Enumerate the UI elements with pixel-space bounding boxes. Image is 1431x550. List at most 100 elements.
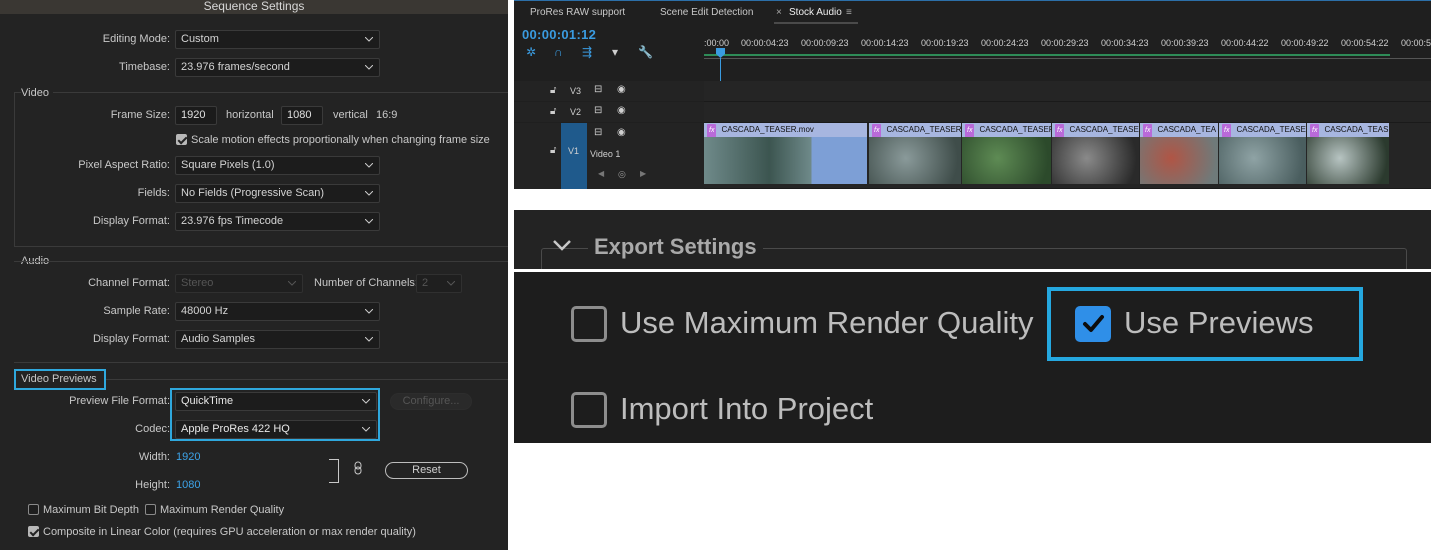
link-icon[interactable] [354, 461, 362, 478]
film-icon[interactable]: ⊟ [594, 84, 602, 95]
num-channels-label: Number of Channels: [314, 277, 418, 289]
fx-badge-icon[interactable]: fx [1055, 124, 1065, 137]
width-value[interactable]: 1920 [176, 451, 200, 463]
wrench-icon[interactable]: 🔧 [638, 45, 653, 59]
max-render-quality-checkbox[interactable] [571, 306, 607, 342]
horizontal-label: horizontal [226, 109, 274, 121]
audio-section-bottom [14, 362, 508, 363]
pixel-aspect-value: Square Pixels (1.0) [181, 159, 275, 171]
track-header-v3: 🔓︎ V3 ⊟ ◉ [514, 81, 704, 101]
num-channels-select[interactable]: 2 [416, 274, 462, 293]
ruler-label: 00:00:29:23 [1041, 38, 1089, 48]
fx-badge-icon[interactable]: fx [965, 124, 975, 137]
dialog-title: Sequence Settings [0, 0, 508, 14]
timeline-clip[interactable]: fx CASCADA_TEA [1140, 123, 1218, 184]
ruler-label: 00:00:34:23 [1101, 38, 1149, 48]
clip-thumbnail [1219, 137, 1306, 184]
editing-mode-select[interactable]: Custom [175, 30, 380, 49]
lock-icon[interactable]: 🔓︎ [550, 85, 556, 96]
chevron-down-icon [288, 275, 296, 286]
eye-icon[interactable]: ◉ [617, 105, 626, 116]
menu-icon[interactable]: ≡ [846, 7, 852, 18]
ruler-label: 00:00:19:23 [921, 38, 969, 48]
display-format-select[interactable]: 23.976 fps Timecode [175, 212, 380, 231]
channel-format-select[interactable]: Stereo [175, 274, 303, 293]
ruler-label: 00:00:5 [1401, 38, 1431, 48]
fx-badge-icon[interactable]: fx [1222, 124, 1232, 137]
clip-header: fx CASCADA_TEASER. [869, 123, 961, 137]
max-bit-depth-checkbox[interactable] [28, 504, 39, 515]
timeline-clip[interactable]: fx CASCADA_TEASE [1052, 123, 1139, 184]
audio-display-format-select[interactable]: Audio Samples [175, 330, 380, 349]
num-channels-value: 2 [422, 277, 429, 289]
snap-magnet-icon[interactable]: ∩ [554, 45, 563, 59]
configure-button[interactable]: Configure... [390, 393, 472, 410]
eye-icon[interactable]: ◉ [617, 84, 626, 95]
height-value[interactable]: 1080 [176, 479, 200, 491]
track-label-v3[interactable]: V3 [570, 86, 581, 96]
linked-selection-icon[interactable]: ⇶ [582, 45, 592, 59]
timeline-clip[interactable]: fx CASCADA_TEASER [1219, 123, 1306, 184]
fx-badge-icon[interactable]: fx [872, 124, 882, 137]
nest-icon[interactable]: ✲ [526, 45, 536, 59]
marker-icon[interactable]: ▾ [612, 45, 618, 59]
timeline-clip[interactable]: fx CASCADA_TEASER.mov [704, 123, 867, 184]
fx-badge-icon[interactable]: fx [1143, 124, 1153, 137]
frame-height-input[interactable]: 1080 [281, 106, 323, 125]
keyframe-prev-icon[interactable]: ◀ [598, 169, 604, 178]
lock-icon[interactable]: 🔓︎ [550, 106, 556, 117]
chevron-down-icon[interactable] [553, 238, 571, 256]
ruler-label: 00:00:44:22 [1221, 38, 1269, 48]
fields-select[interactable]: No Fields (Progressive Scan) [175, 184, 380, 203]
composite-linear-checkbox[interactable] [28, 526, 39, 537]
film-icon[interactable]: ⊟ [594, 105, 602, 116]
preview-format-value: QuickTime [181, 395, 234, 407]
fx-badge-icon[interactable]: fx [707, 124, 717, 137]
track-row-v3[interactable] [704, 81, 1431, 102]
fx-badge-icon[interactable]: fx [1310, 124, 1320, 137]
track-row-v2[interactable] [704, 102, 1431, 123]
pixel-aspect-select[interactable]: Square Pixels (1.0) [175, 156, 380, 175]
time-ruler[interactable]: :00:00 00:00:04:23 00:00:09:23 00:00:14:23 0… [704, 24, 1431, 60]
clip-header: fx CASCADA_TEASER [962, 123, 1051, 137]
timebase-select[interactable]: 23.976 frames/second [175, 58, 380, 77]
sequence-settings-dialog: Sequence Settings Editing Mode: Custom T… [0, 0, 508, 550]
max-render-quality-checkbox[interactable] [145, 504, 156, 515]
eye-icon[interactable]: ◉ [617, 127, 626, 138]
sample-rate-select[interactable]: 48000 Hz [175, 302, 380, 321]
lock-icon[interactable]: 🔓︎ [550, 145, 556, 156]
aspect-ratio-readout: 16:9 [376, 109, 398, 121]
close-icon[interactable]: × [776, 7, 782, 18]
timebase-label: Timebase: [119, 61, 170, 73]
film-icon[interactable]: ⊟ [594, 127, 602, 138]
keyframe-add-icon[interactable]: ◎ [618, 169, 626, 180]
import-into-project-checkbox[interactable] [571, 392, 607, 428]
export-settings-header[interactable]: Export Settings [514, 210, 1431, 269]
tab-scene-edit-detection[interactable]: Scene Edit Detection [660, 7, 753, 18]
preview-format-select[interactable]: QuickTime [175, 392, 377, 411]
ruler-label: 00:00:09:23 [801, 38, 849, 48]
timeline-clip[interactable]: fx CASCADA_TEAS [1307, 123, 1389, 184]
track-name-video1: Video 1 [590, 149, 621, 159]
scale-motion-checkbox[interactable] [176, 134, 187, 145]
clip-name: CASCADA_TEASER.mov [721, 125, 814, 134]
tab-stock-audio[interactable]: Stock Audio [789, 7, 842, 18]
preview-format-label: Preview File Format: [69, 395, 170, 407]
track-header-v2: 🔓︎ V2 ⊟ ◉ [514, 102, 704, 122]
timebase-value: 23.976 frames/second [181, 61, 290, 73]
track-label-v2[interactable]: V2 [570, 107, 581, 117]
use-previews-checkbox[interactable] [1075, 306, 1111, 342]
render-options-panel: Use Maximum Render Quality Use Previews … [514, 272, 1431, 443]
playhead-timecode[interactable]: 00:00:01:12 [522, 27, 596, 42]
timeline-clip[interactable]: fx CASCADA_TEASER. [869, 123, 961, 184]
tab-prores-raw[interactable]: ProRes RAW support [530, 7, 625, 18]
codec-select[interactable]: Apple ProRes 422 HQ [175, 420, 377, 439]
channel-format-value: Stereo [181, 277, 214, 289]
clip-thumbnail [1307, 137, 1389, 184]
timeline-clip[interactable]: fx CASCADA_TEASER [962, 123, 1051, 184]
keyframe-next-icon[interactable]: ▶ [640, 169, 646, 178]
track-target-v1[interactable]: V1 [561, 123, 587, 189]
pixel-aspect-label: Pixel Aspect Ratio: [78, 159, 170, 171]
frame-width-input[interactable]: 1920 [175, 106, 217, 125]
reset-button[interactable]: Reset [385, 462, 468, 479]
